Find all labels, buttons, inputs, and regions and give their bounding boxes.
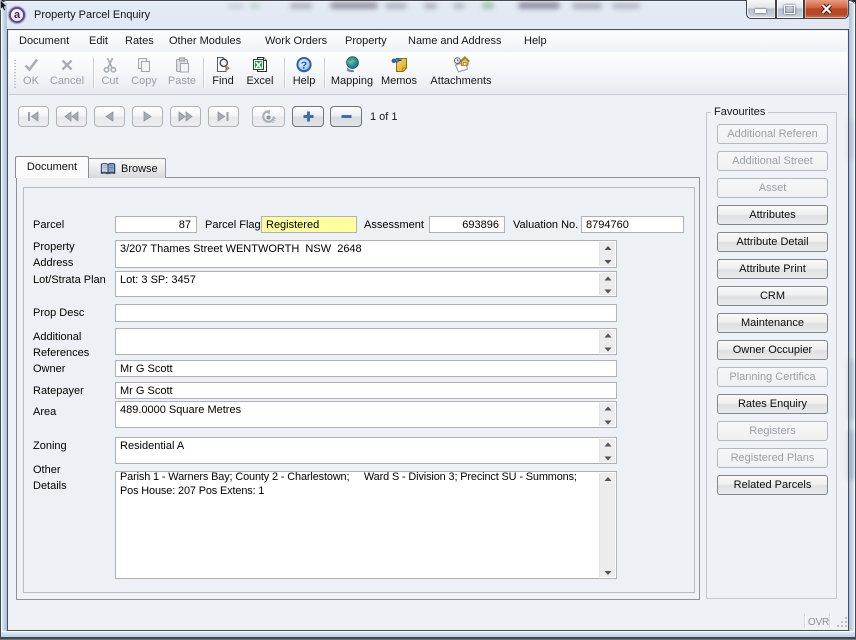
svg-text:?: ? bbox=[301, 59, 307, 71]
